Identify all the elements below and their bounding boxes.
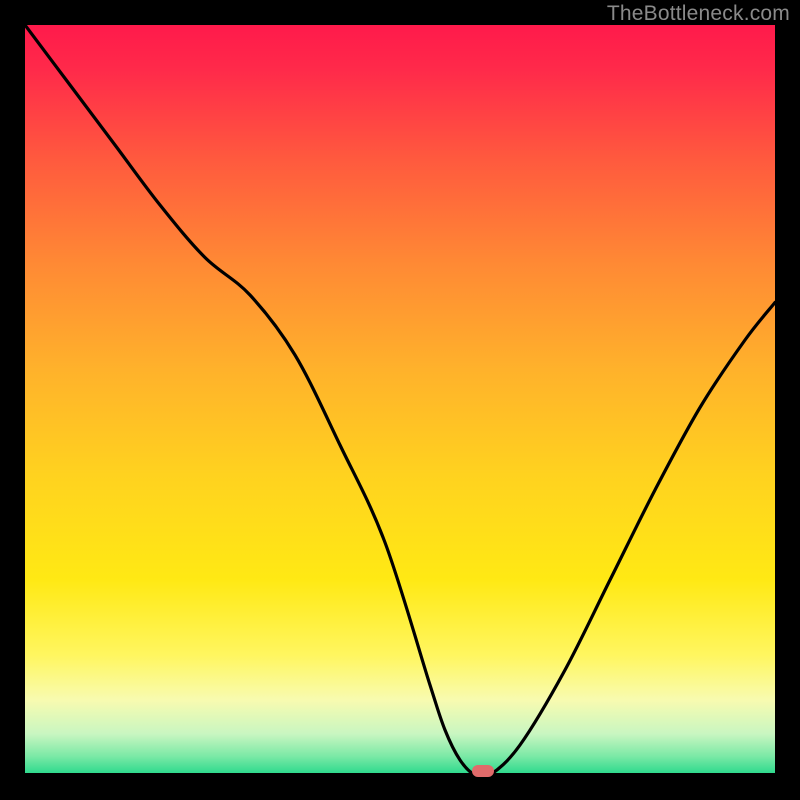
watermark-text: TheBottleneck.com bbox=[607, 2, 790, 26]
chart-frame: TheBottleneck.com bbox=[0, 0, 800, 800]
bottleneck-curve bbox=[25, 25, 775, 775]
plot-area bbox=[25, 25, 775, 775]
optimal-point-marker bbox=[472, 765, 494, 777]
